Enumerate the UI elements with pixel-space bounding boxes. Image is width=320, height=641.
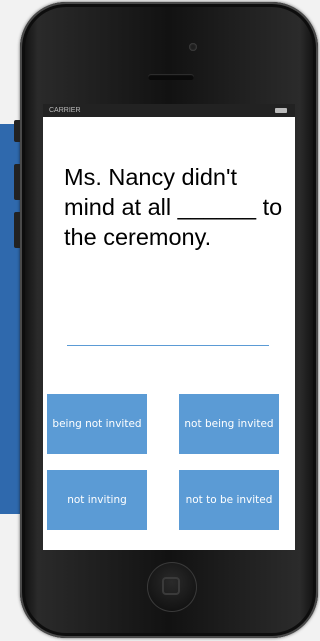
option-not-being-invited[interactable]: not being invited — [179, 394, 279, 454]
battery-icon — [275, 108, 287, 113]
phone-screen: CARRIER Ms. Nancy didn't mind at all ___… — [43, 104, 295, 550]
answer-line — [67, 345, 269, 346]
phone-frame: CARRIER Ms. Nancy didn't mind at all ___… — [14, 2, 318, 638]
home-button[interactable] — [147, 562, 197, 612]
front-camera — [189, 43, 197, 51]
option-not-inviting[interactable]: not inviting — [47, 470, 147, 530]
status-bar: CARRIER — [43, 104, 295, 117]
option-being-not-invited[interactable]: being not invited — [47, 394, 147, 454]
question-text: Ms. Nancy didn't mind at all ______ to t… — [64, 164, 283, 250]
carrier-label: CARRIER — [49, 107, 81, 114]
earpiece-speaker — [148, 74, 194, 80]
option-not-to-be-invited[interactable]: not to be invited — [179, 470, 279, 530]
mute-switch — [14, 120, 20, 142]
home-square-icon — [162, 577, 180, 595]
volume-up-button — [14, 164, 20, 200]
volume-down-button — [14, 212, 20, 248]
